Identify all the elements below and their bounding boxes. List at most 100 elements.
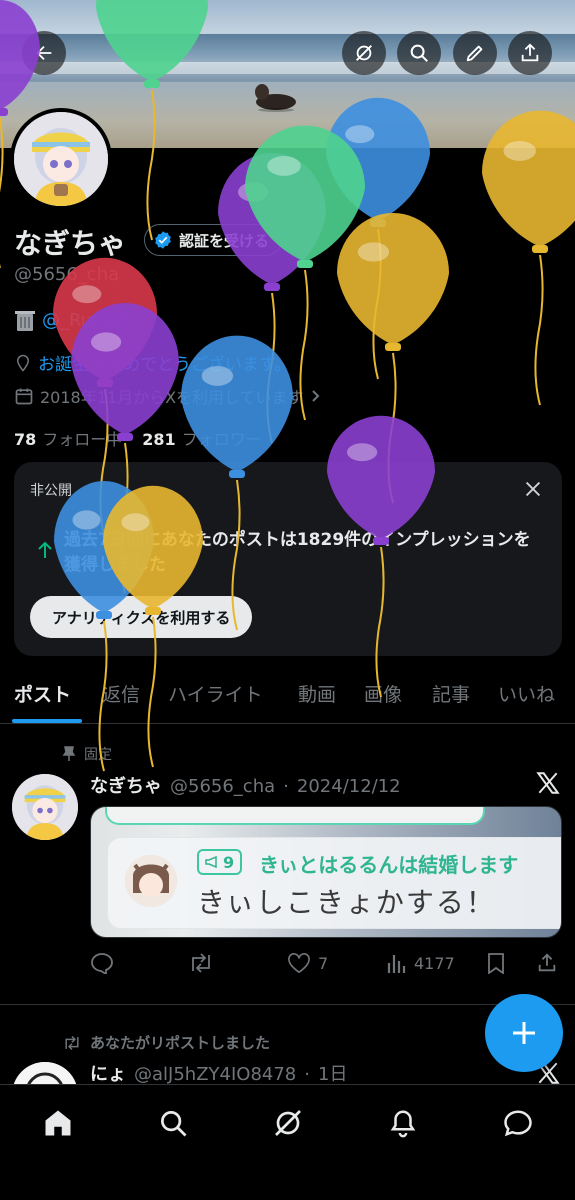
- chevron-right-icon: [311, 390, 319, 402]
- repost-icon: [192, 953, 210, 973]
- post-avatar[interactable]: [12, 774, 78, 840]
- media-top-pill: [105, 807, 485, 825]
- nav-search[interactable]: [155, 1105, 191, 1141]
- grok-button[interactable]: [342, 31, 386, 75]
- nav-grok[interactable]: [270, 1105, 306, 1141]
- post-date-2[interactable]: 1日: [318, 1060, 347, 1086]
- post-author-handle-2: @alJ5hZY4IO8478: [134, 1064, 297, 1085]
- grok-icon: [356, 45, 372, 61]
- followers-count: 281: [142, 430, 176, 449]
- edit-button[interactable]: [453, 31, 497, 75]
- profile-location: お誕生日おめでとうございます。: [14, 350, 291, 375]
- pinned-indicator: 固定: [62, 744, 112, 764]
- profile-name: なぎちゃ: [14, 227, 127, 260]
- calendar-icon: [15, 388, 33, 405]
- bio-mention-link[interactable]: @_RunaX: [42, 310, 127, 331]
- post-media[interactable]: 9 きぃとはるるんは結婚します きぃしこきょかする！: [90, 806, 562, 938]
- messages-icon: [504, 1110, 532, 1137]
- post-share-button[interactable]: [536, 952, 558, 974]
- nav-messages[interactable]: [500, 1105, 536, 1141]
- post-author-name-2[interactable]: にょ: [90, 1060, 126, 1086]
- views-chart-icon: [387, 955, 406, 973]
- arrow-left-icon: [36, 45, 52, 61]
- repost-icon: [65, 1035, 79, 1050]
- post-header: なぎちゃ @5656_cha · 2024/12/12: [90, 772, 401, 798]
- media-main-text: きぃしこきょかする！: [197, 886, 496, 919]
- media-avatar-illustration: [125, 855, 177, 907]
- pin-icon: [62, 746, 76, 761]
- location-text: お誕生日おめでとうございます。: [38, 355, 292, 375]
- repost-button[interactable]: [188, 952, 214, 974]
- bottom-navigation: [0, 1084, 575, 1200]
- tab-highlights[interactable]: ハイライト: [168, 680, 263, 707]
- like-button[interactable]: 7: [286, 952, 328, 974]
- seal-figure: [255, 84, 296, 112]
- impressions-message: 過去7日間にあなたのポストは1829件のインプレッションを獲得しました: [64, 530, 531, 575]
- search-button[interactable]: [397, 31, 441, 75]
- profile-tabs: ポスト 返信 ハイライト 動画 画像 記事 いいね: [0, 664, 575, 724]
- compose-post-button[interactable]: [485, 994, 563, 1072]
- media-badge-count: 9: [223, 852, 235, 872]
- media-count-badge: 9: [197, 849, 243, 875]
- active-tab-indicator: [12, 719, 82, 723]
- tab-posts[interactable]: ポスト: [14, 680, 71, 707]
- tab-images[interactable]: 画像: [364, 680, 402, 707]
- tab-articles[interactable]: 記事: [432, 680, 470, 707]
- nav-home[interactable]: [40, 1105, 76, 1141]
- tab-likes[interactable]: いいね: [498, 680, 555, 707]
- media-quote-text: きぃとはるるんは結婚します: [259, 853, 519, 877]
- balloon: [245, 125, 365, 421]
- arrow-up-icon: [38, 541, 52, 558]
- following-label: フォロー中: [42, 430, 123, 449]
- tab-replies[interactable]: 返信: [102, 680, 140, 707]
- heart-icon: [288, 953, 310, 974]
- followers-link[interactable]: 281 フォロワー: [142, 426, 261, 450]
- pinned-label: 固定: [84, 747, 112, 763]
- back-button[interactable]: [22, 31, 66, 75]
- profile-avatar[interactable]: [10, 108, 112, 210]
- media-avatar: [125, 855, 177, 907]
- post-date[interactable]: 2024/12/12: [297, 776, 401, 797]
- nav-notifications[interactable]: [385, 1105, 421, 1141]
- close-icon[interactable]: [522, 478, 544, 500]
- edit-icon: [466, 45, 483, 62]
- grok-icon: [275, 1110, 301, 1136]
- trash-can-icon: [15, 311, 35, 331]
- follow-stats: 78 フォロー中 281 フォロワー: [14, 426, 262, 450]
- bookmark-button[interactable]: [486, 952, 506, 974]
- post-dot: ·: [283, 776, 289, 797]
- following-count: 78: [14, 430, 37, 449]
- tab-videos[interactable]: 動画: [298, 680, 336, 707]
- post-actions: 7 4177: [90, 952, 562, 978]
- share-button[interactable]: [508, 31, 552, 75]
- use-analytics-button[interactable]: アナリティクスを利用する: [30, 596, 253, 638]
- analytics-card: 非公開 過去7日間にあなたのポストは1829件のインプレッションを獲得しました …: [14, 462, 562, 656]
- bookmark-icon: [488, 953, 504, 974]
- avatar-illustration-small: [12, 774, 78, 840]
- x-logo-icon: [536, 772, 560, 794]
- get-verified-button[interactable]: 認証を受ける: [144, 224, 283, 256]
- views-button[interactable]: 4177: [386, 952, 455, 974]
- reply-button[interactable]: [90, 952, 114, 974]
- share-icon: [521, 43, 539, 62]
- balloon: [482, 110, 575, 406]
- following-link[interactable]: 78 フォロー中: [14, 426, 122, 450]
- like-count: 7: [318, 953, 329, 973]
- location-pin-icon: [16, 354, 30, 372]
- search-icon: [161, 1111, 187, 1137]
- repost-indicator: あなたがリポストしました: [62, 1032, 270, 1053]
- post-author-name[interactable]: なぎちゃ: [90, 772, 162, 798]
- balloon: [337, 213, 449, 504]
- verified-badge-icon: [155, 231, 171, 249]
- avatar-illustration: [14, 112, 108, 206]
- repost-note-text: あなたがリポストしました: [90, 1034, 271, 1052]
- megaphone-icon: [205, 856, 217, 868]
- view-count: 4177: [414, 953, 455, 973]
- profile-joined[interactable]: 2018年11月からXを利用しています: [14, 384, 322, 408]
- reply-icon: [91, 953, 113, 974]
- private-label: 非公開: [30, 483, 72, 499]
- notifications-icon: [390, 1110, 416, 1138]
- profile-handle: @5656_cha: [14, 264, 120, 285]
- post-divider: [0, 1004, 575, 1005]
- joined-text: 2018年11月からXを利用しています: [40, 388, 304, 407]
